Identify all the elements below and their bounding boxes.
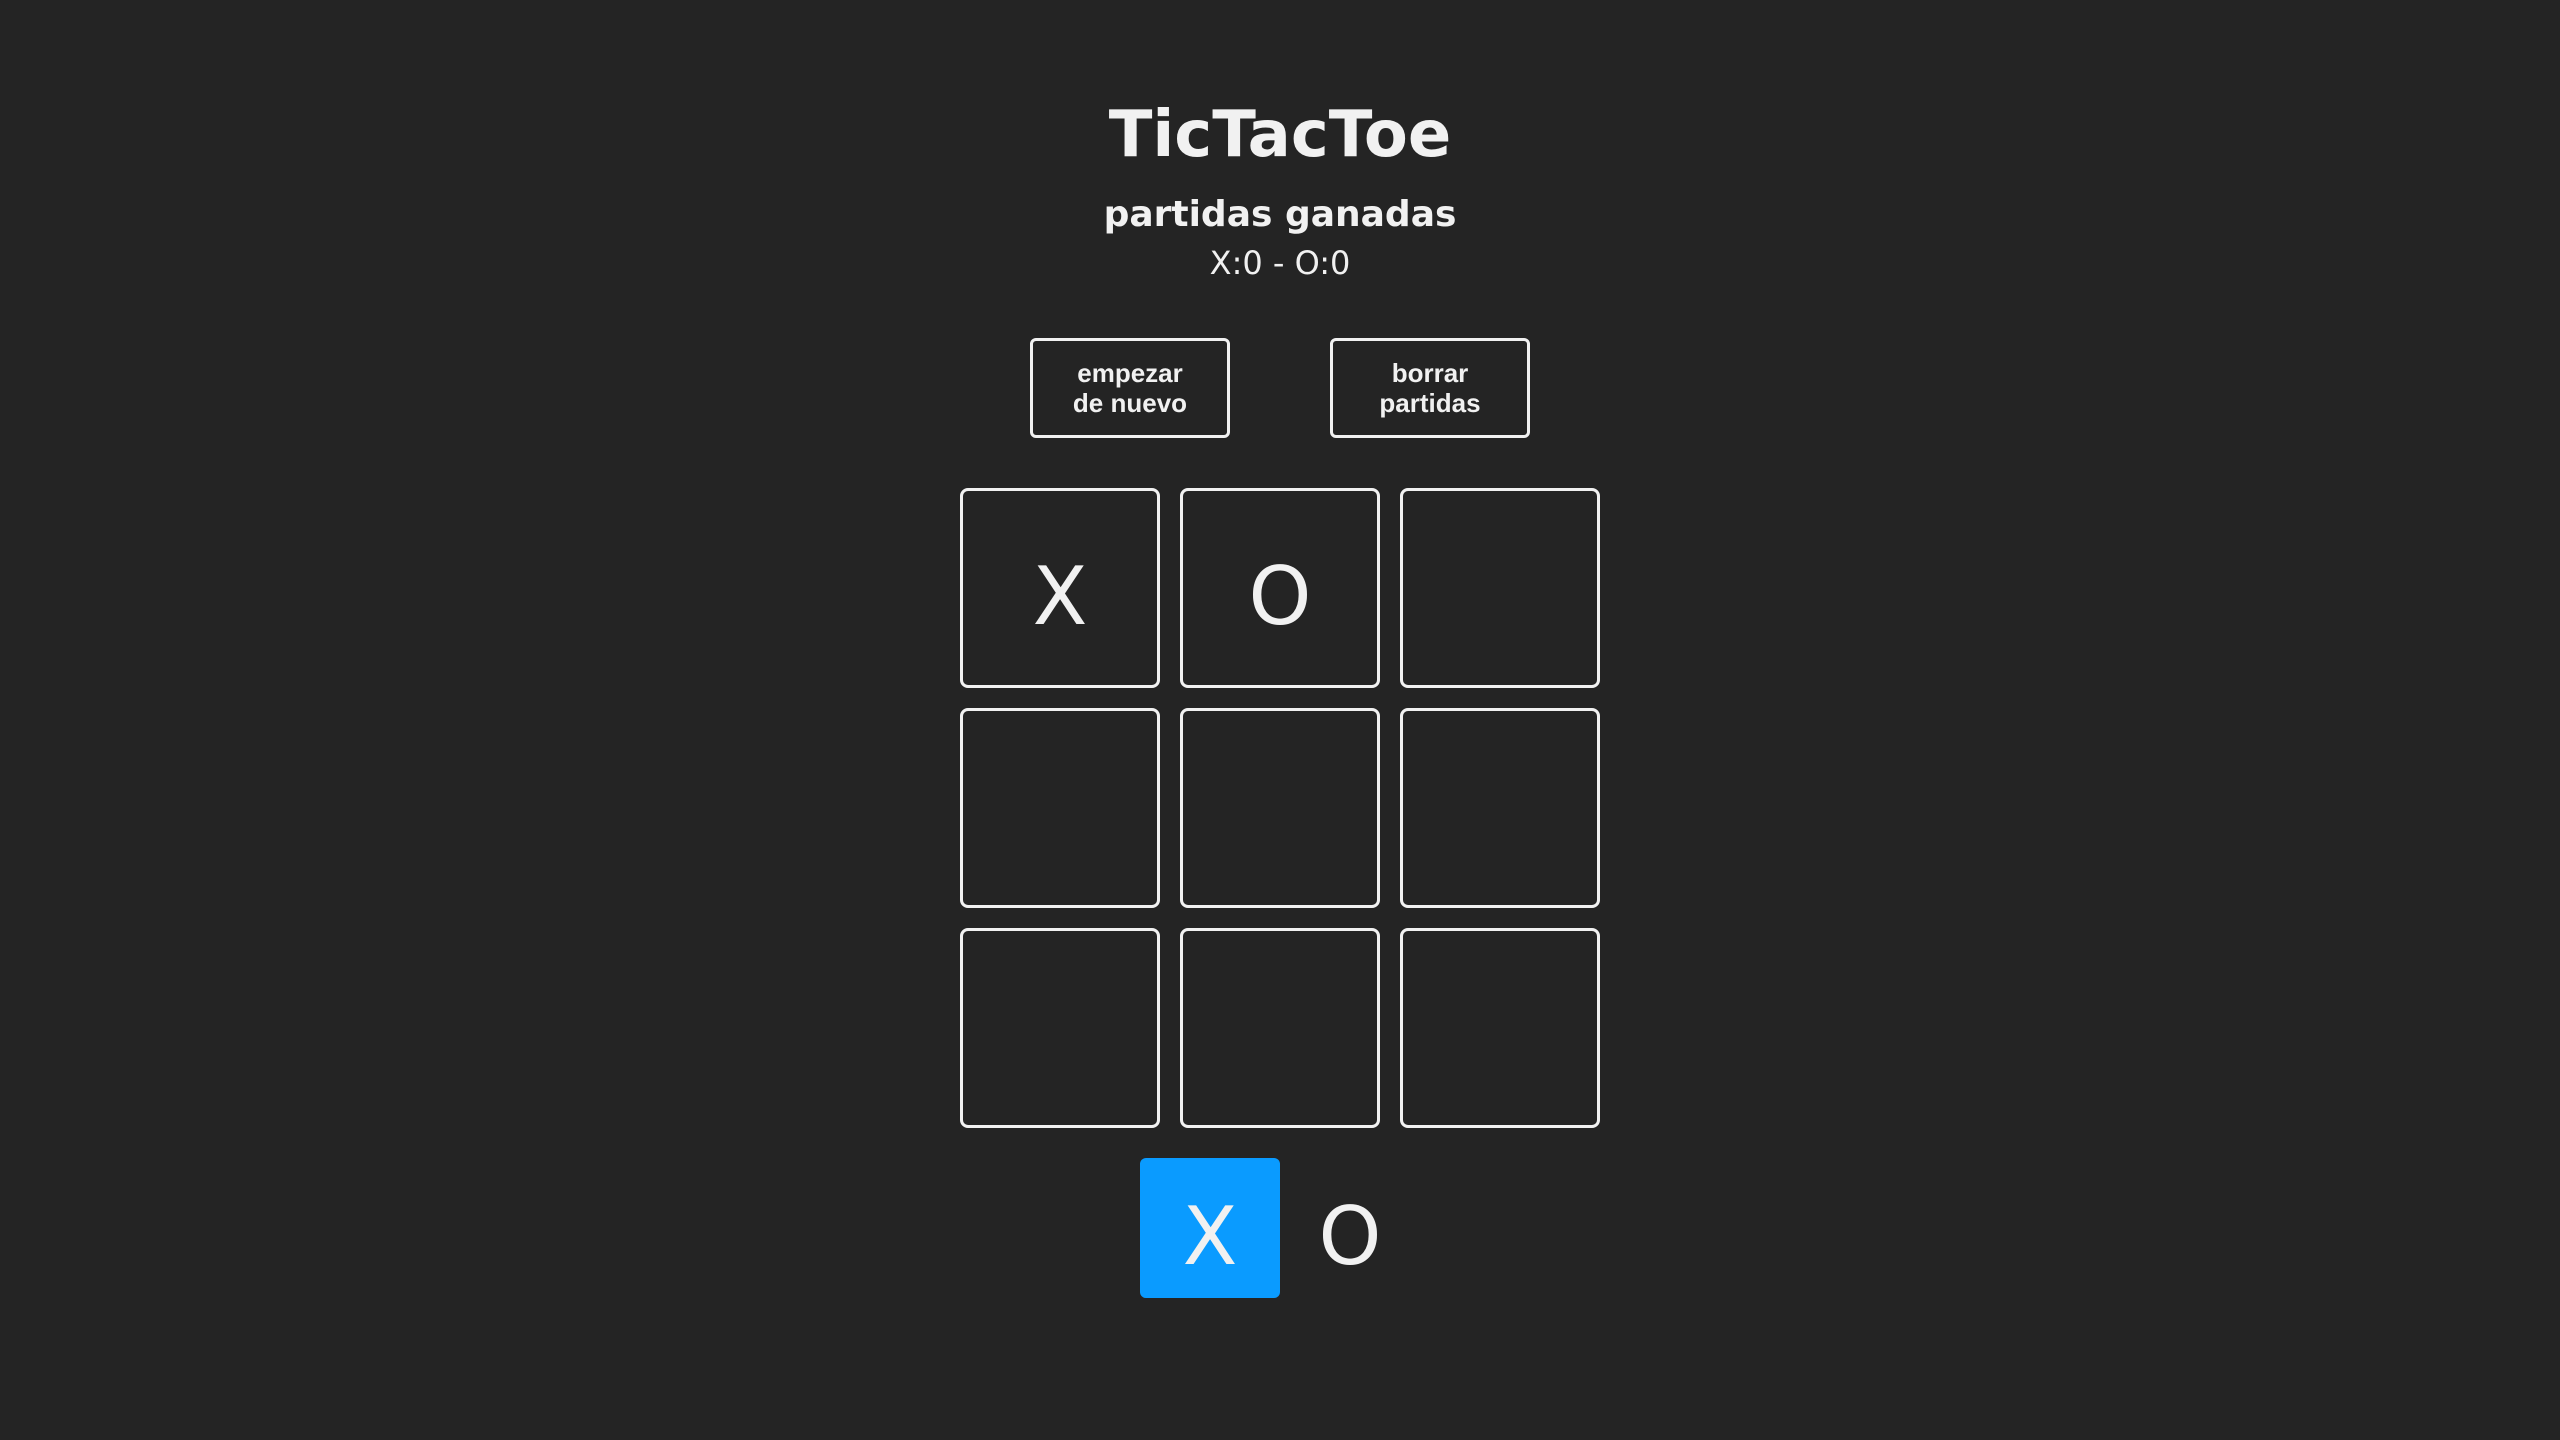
cell-mark: X [1032, 549, 1088, 643]
board-cell-8[interactable] [1400, 928, 1600, 1128]
page-title: TicTacToe [1108, 98, 1452, 172]
games-won-heading: partidas ganadas [1103, 194, 1457, 235]
board-cell-3[interactable] [960, 708, 1160, 908]
clear-games-button[interactable]: borrar partidas [1330, 338, 1530, 438]
app-root: TicTacToe partidas ganadas X:0 - O:0 emp… [0, 0, 2560, 1440]
turn-x-indicator[interactable]: X [1140, 1158, 1280, 1298]
board-cell-6[interactable] [960, 928, 1160, 1128]
game-board: X O [960, 488, 1600, 1128]
board-cell-0[interactable]: X [960, 488, 1160, 688]
turn-o-indicator[interactable]: O [1280, 1158, 1420, 1298]
board-cell-5[interactable] [1400, 708, 1600, 908]
board-cell-2[interactable] [1400, 488, 1600, 688]
restart-button[interactable]: empezar de nuevo [1030, 338, 1230, 438]
cell-mark: O [1248, 549, 1312, 643]
score-readout: X:0 - O:0 [1209, 244, 1351, 282]
turn-o-label: O [1318, 1189, 1382, 1283]
board-cell-1[interactable]: O [1180, 488, 1380, 688]
turn-x-label: X [1182, 1189, 1238, 1283]
board-cell-4[interactable] [1180, 708, 1380, 908]
board-cell-7[interactable] [1180, 928, 1380, 1128]
